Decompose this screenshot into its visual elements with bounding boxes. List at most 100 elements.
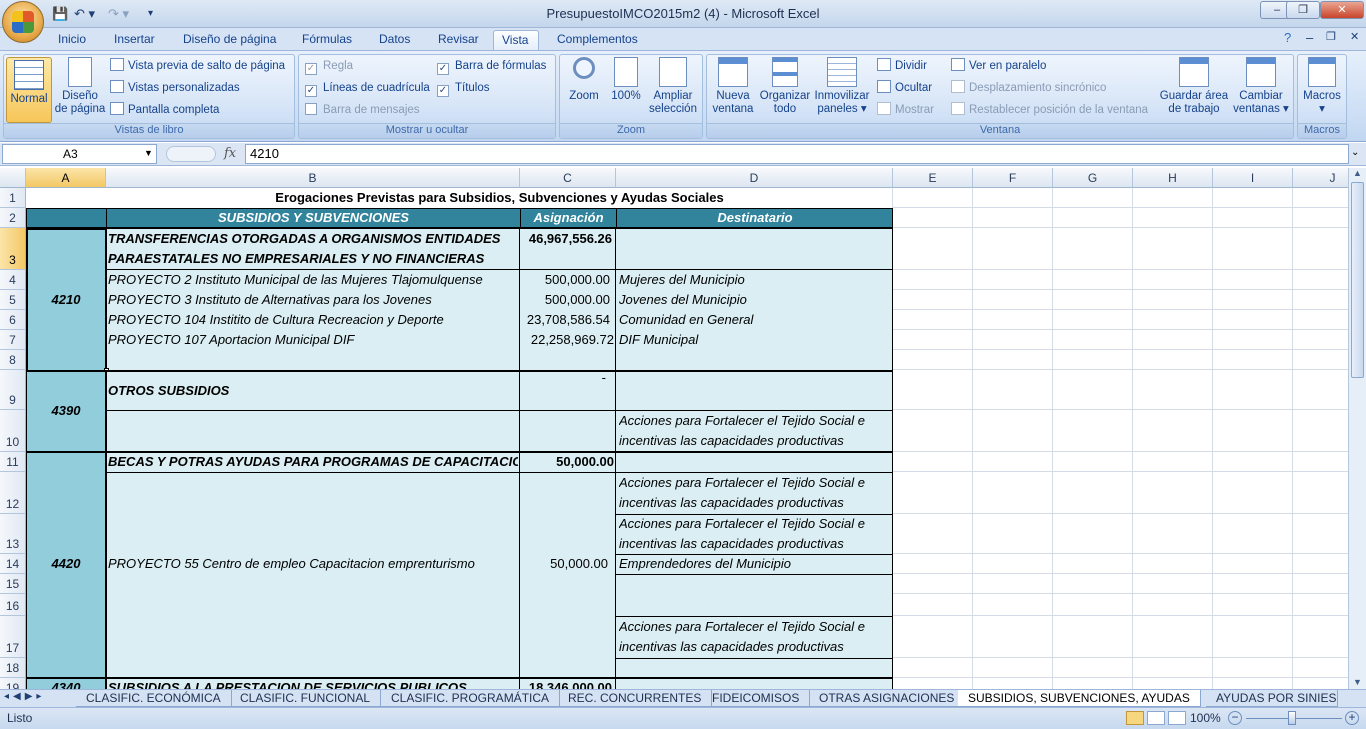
row-header-14[interactable]: 14 (0, 554, 26, 574)
zoom-level[interactable]: 100% (1190, 711, 1221, 725)
row4-amount[interactable]: 500,000.00 (520, 270, 610, 290)
header-subsidios[interactable]: SUBSIDIOS Y SUBVENCIONES (106, 208, 520, 228)
column-header-e[interactable]: E (893, 168, 973, 188)
row7-amount[interactable]: 22,258,969.72 (518, 330, 614, 350)
zoom-button[interactable]: Zoom (562, 57, 606, 103)
row5-amount[interactable]: 500,000.00 (520, 290, 610, 310)
row17-dest-line2[interactable]: incentivas las capacidades productivas (619, 637, 891, 657)
row5-desc[interactable]: PROYECTO 3 Instituto de Alternativas par… (108, 290, 518, 310)
row-header-4[interactable]: 4 (0, 270, 26, 290)
tab-vista[interactable]: Vista (493, 30, 539, 50)
header-asignacion[interactable]: Asignación (520, 208, 616, 228)
column-header-h[interactable]: H (1133, 168, 1213, 188)
formula-input[interactable]: 4210 (245, 144, 1349, 164)
sheet-tab-ayudas[interactable]: AYUDAS POR SINIES (1206, 690, 1338, 707)
zoom-slider-thumb[interactable] (1288, 711, 1296, 725)
row5-dest[interactable]: Jovenes del Municipio (619, 290, 891, 310)
page-break-status-icon[interactable] (1168, 711, 1186, 725)
reset-position-button[interactable]: Restablecer posición de la ventana (951, 101, 1148, 119)
row-header-18[interactable]: 18 (0, 658, 26, 678)
row-header-15[interactable]: 15 (0, 574, 26, 594)
row-header-3[interactable]: 3 (0, 228, 26, 270)
tab-diseno[interactable]: Diseño de página (175, 30, 284, 50)
select-all-corner[interactable] (0, 168, 26, 188)
row12-dest-line1[interactable]: Acciones para Fortalecer el Tejido Socia… (619, 473, 891, 493)
row4-desc[interactable]: PROYECTO 2 Instituto Municipal de las Mu… (108, 270, 518, 290)
sheet-tab-otras[interactable]: OTRAS ASIGNACIONES (809, 690, 966, 707)
row13-dest-line1[interactable]: Acciones para Fortalecer el Tejido Socia… (619, 514, 891, 534)
unhide-button[interactable]: Mostrar (877, 101, 934, 119)
save-workspace-button[interactable]: Guardar área de trabajo (1159, 57, 1229, 116)
tab-inicio[interactable]: Inicio (50, 30, 94, 50)
row-header-6[interactable]: 6 (0, 310, 26, 330)
normal-view-status-icon[interactable] (1126, 711, 1144, 725)
custom-views-button[interactable]: Vistas personalizadas (110, 79, 240, 97)
row7-desc[interactable]: PROYECTO 107 Aportacion Municipal DIF (108, 330, 518, 350)
normal-view-button[interactable]: Normal (6, 57, 52, 123)
scroll-thumb[interactable] (1351, 182, 1364, 378)
tab-insertar[interactable]: Insertar (106, 30, 163, 50)
column-header-j[interactable]: J (1293, 168, 1348, 188)
tab-revisar[interactable]: Revisar (430, 30, 487, 50)
row11-amount[interactable]: 50,000.00 (520, 452, 614, 472)
row14-desc[interactable]: PROYECTO 55 Centro de empleo Capacitacio… (108, 554, 518, 574)
sheet-tab-subsidios[interactable]: SUBSIDIOS, SUBVENCIONES, AYUDAS (958, 690, 1201, 707)
restore-button[interactable]: ❐ (1286, 1, 1320, 19)
office-button[interactable] (2, 1, 44, 43)
row-header-2[interactable]: 2 (0, 208, 26, 228)
row12-dest-line2[interactable]: incentivas las capacidades productivas (619, 493, 891, 513)
close-button[interactable]: ✕ (1320, 1, 1364, 19)
column-header-b[interactable]: B (106, 168, 520, 188)
help-icon[interactable]: ? (1284, 30, 1291, 45)
row-header-1[interactable]: 1 (0, 188, 26, 208)
sheet-tab-programatica[interactable]: CLASIFIC. PROGRAMÁTICA (381, 690, 561, 707)
zoom-100-button[interactable]: 100% (606, 57, 646, 103)
sheet-tab-funcional[interactable]: CLASIFIC. FUNCIONAL (230, 690, 382, 707)
new-window-button[interactable]: Nueva ventana (709, 57, 757, 116)
sheet-title[interactable]: Erogaciones Previstas para Subsidios, Su… (106, 188, 893, 208)
sync-scroll-button[interactable]: Desplazamiento sincrónico (951, 79, 1106, 97)
ribbon-close-icon[interactable]: ✕ (1350, 30, 1359, 43)
scroll-up-icon[interactable]: ▲ (1353, 168, 1362, 178)
row4-dest[interactable]: Mujeres del Municipio (619, 270, 891, 290)
row9-amount[interactable]: - (520, 371, 606, 387)
worksheet-grid[interactable]: A B C D E F G H I J 1 2 3 4 5 6 7 8 9 10… (0, 168, 1348, 689)
column-header-d[interactable]: D (616, 168, 893, 188)
row6-dest[interactable]: Comunidad en General (619, 310, 891, 330)
row9-desc[interactable]: OTROS SUBSIDIOS (108, 381, 518, 401)
row-header-17[interactable]: 17 (0, 616, 26, 658)
row-header-9[interactable]: 9 (0, 370, 26, 410)
sheet-tab-economica[interactable]: CLASIFIC. ECONÓMICA (76, 690, 232, 707)
arrange-all-button[interactable]: Organizar todo (759, 57, 811, 116)
switch-windows-button[interactable]: Cambiar ventanas ▾ (1231, 57, 1291, 116)
row10-dest-line2[interactable]: incentivas las capacidades productivas (619, 431, 891, 451)
insert-function-icon[interactable]: fx (224, 146, 236, 161)
tab-complementos[interactable]: Complementos (549, 30, 646, 50)
row-header-19[interactable]: 19 (0, 678, 26, 689)
vertical-scrollbar[interactable]: ▲ ▼ (1348, 168, 1366, 689)
row3-desc-line2[interactable]: PARAESTATALES NO EMPRESARIALES Y NO FINA… (108, 249, 518, 269)
sheet-tab-fideicomisos[interactable]: FIDEICOMISOS (702, 690, 811, 707)
tab-formulas[interactable]: Fórmulas (294, 30, 360, 50)
formula-bar-resize-handle[interactable] (166, 146, 216, 162)
macros-button[interactable]: Macros ▾ (1300, 57, 1344, 116)
zoom-in-icon[interactable]: + (1345, 711, 1359, 725)
row6-amount[interactable]: 23,708,586.54 (520, 310, 610, 330)
expand-formula-bar-icon[interactable]: ⌄ (1351, 147, 1359, 158)
ruler-checkbox[interactable]: ✓ Regla (305, 57, 353, 75)
row-header-8[interactable]: 8 (0, 350, 26, 370)
row11-desc[interactable]: BECAS Y POTRAS AYUDAS PARA PROGRAMAS DE … (108, 452, 518, 472)
tab-datos[interactable]: Datos (371, 30, 418, 50)
page-layout-status-icon[interactable] (1147, 711, 1165, 725)
ribbon-restore-icon[interactable]: ❐ (1326, 30, 1336, 43)
column-header-c[interactable]: C (520, 168, 616, 188)
row3-amount[interactable]: 46,967,556.26 (520, 229, 612, 249)
message-bar-checkbox[interactable]: Barra de mensajes (305, 101, 420, 119)
row19-amount[interactable]: 18,346,000.00 (520, 678, 612, 689)
row-header-12[interactable]: 12 (0, 472, 26, 514)
page-layout-button[interactable]: Diseño de página (54, 57, 106, 116)
row13-dest-line2[interactable]: incentivas las capacidades productivas (619, 534, 891, 554)
sheet-nav-arrows-icon[interactable]: ◂◀▶▸ (4, 691, 45, 702)
sheet-tab-concurrentes[interactable]: REC. CONCURRENTES (558, 690, 713, 707)
name-box[interactable]: A3 (2, 144, 157, 164)
